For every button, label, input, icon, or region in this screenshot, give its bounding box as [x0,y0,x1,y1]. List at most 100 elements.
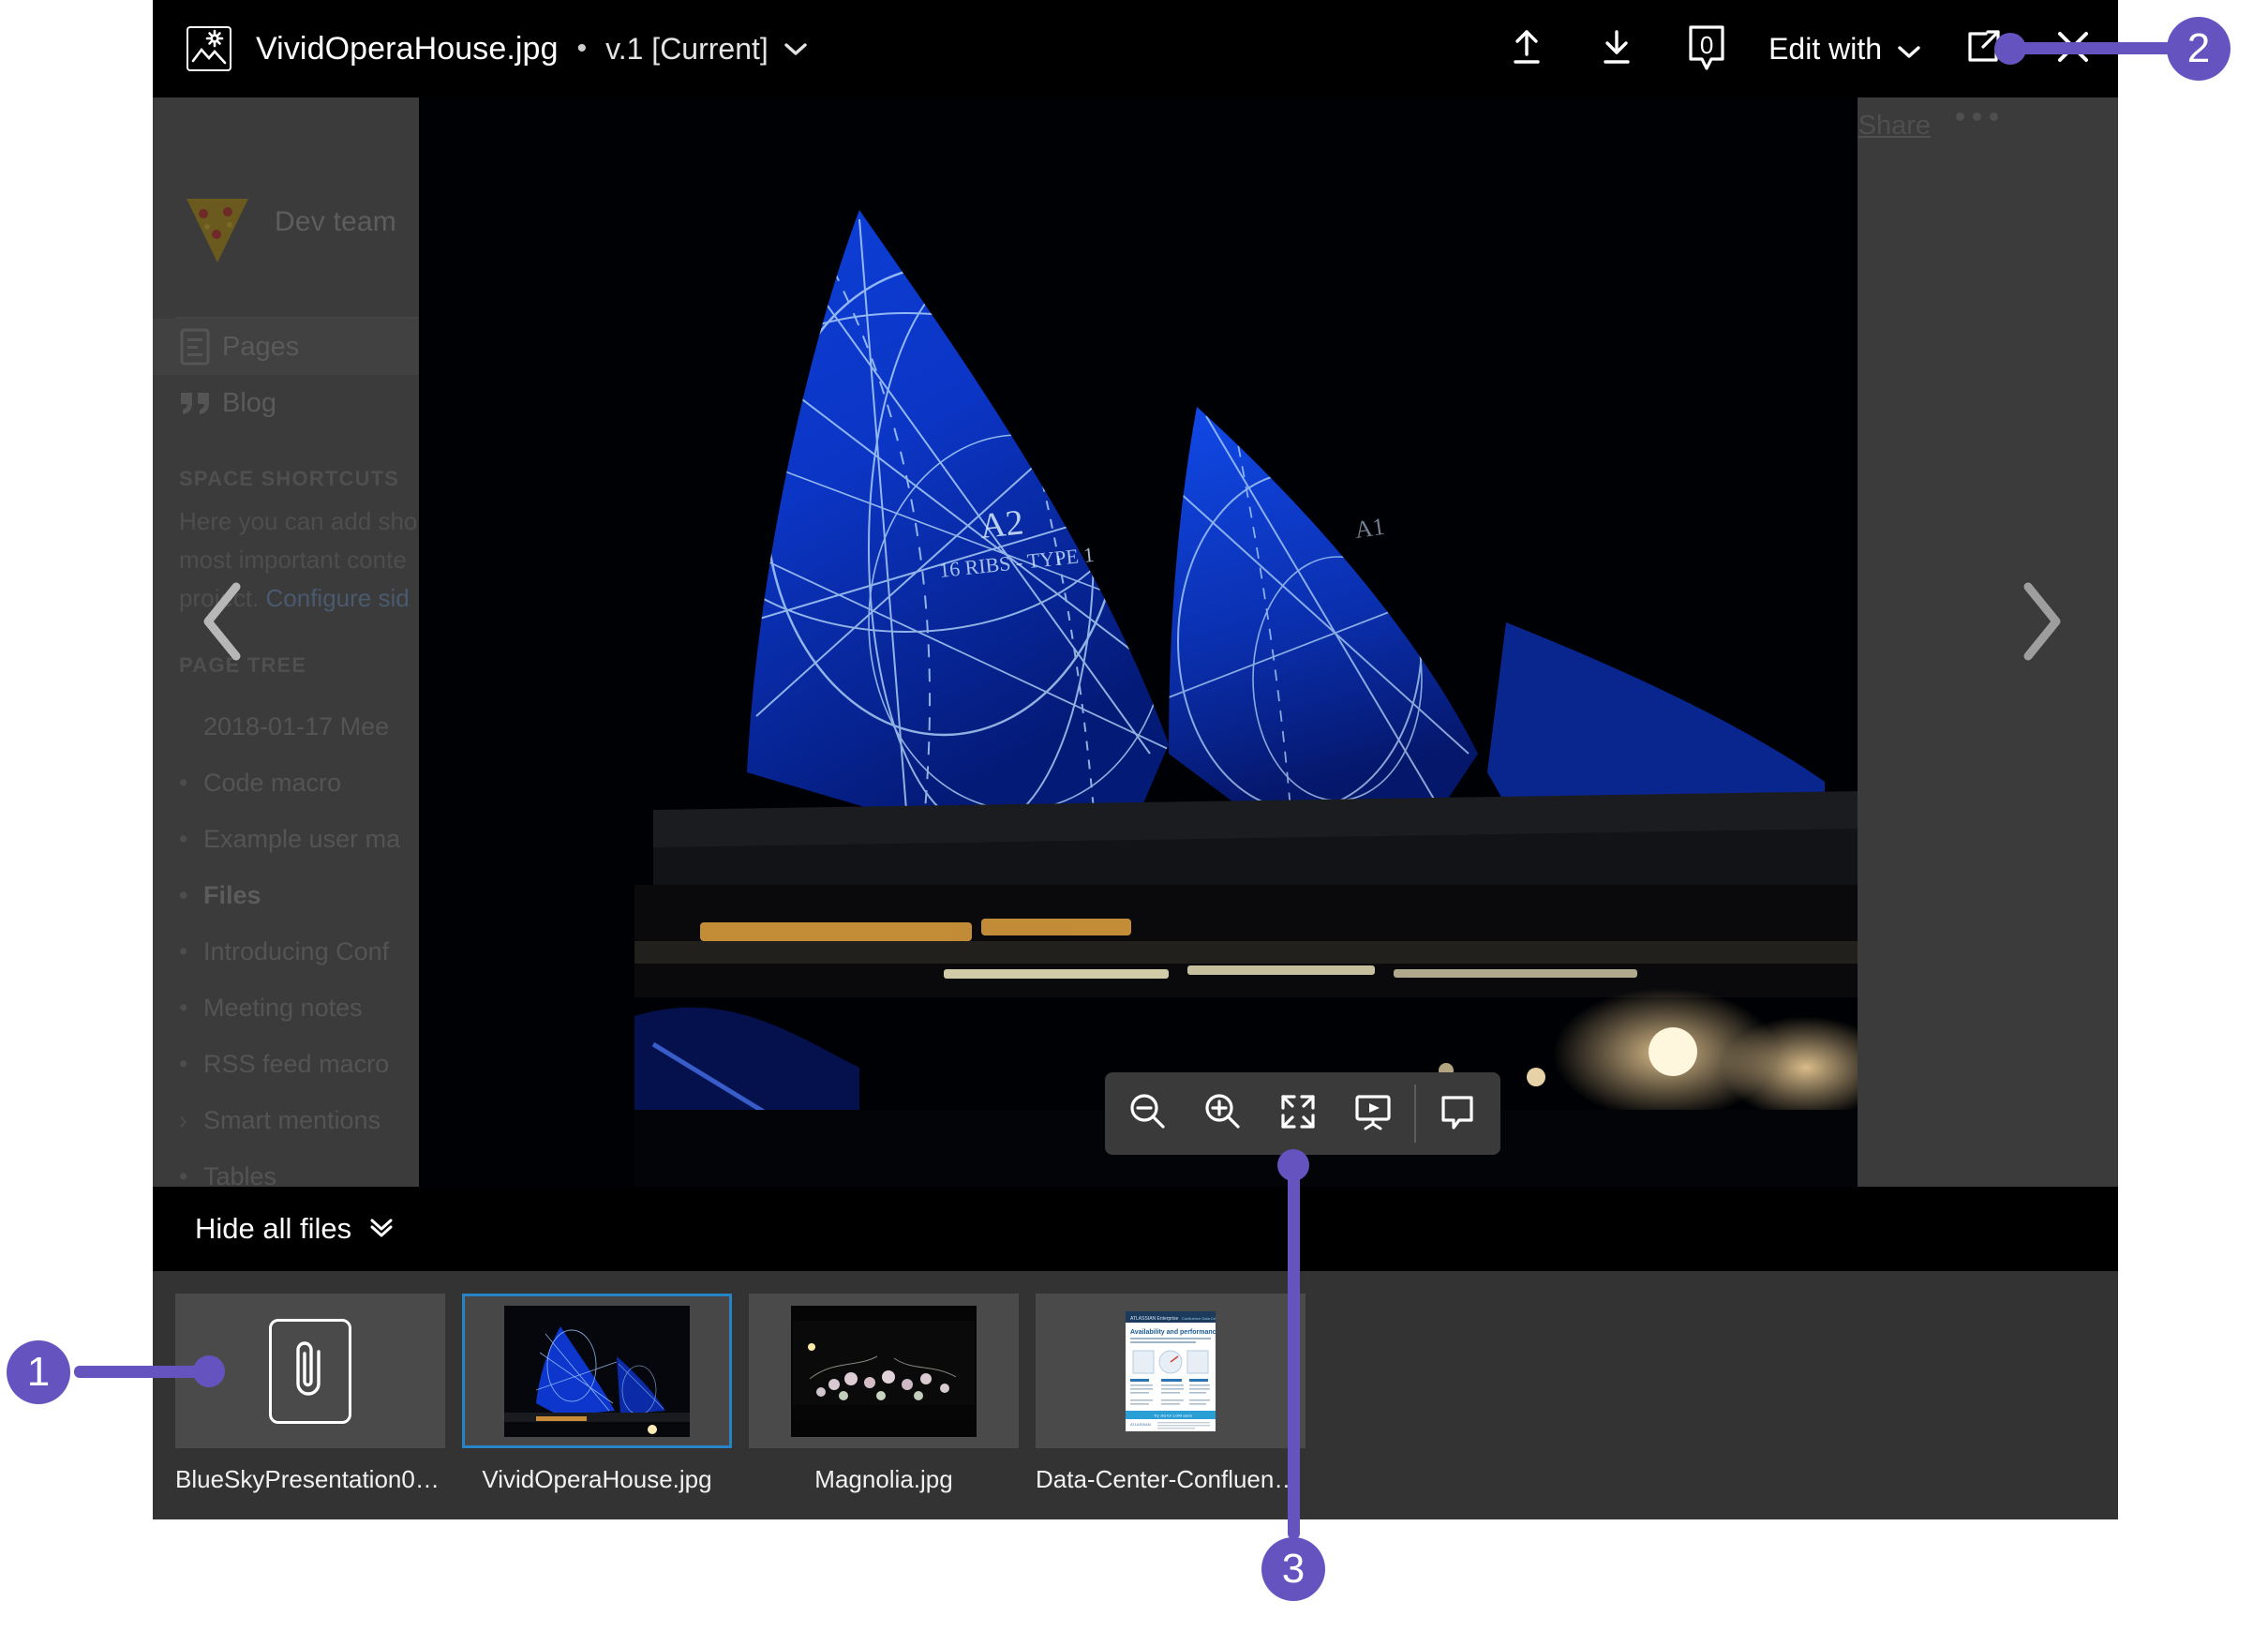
space-header[interactable]: Dev team [181,184,425,274]
presentation-icon [1351,1090,1395,1138]
chevron-down-icon [1897,32,1921,67]
page-tree-label: 2018-01-17 Mee [203,712,389,741]
hide-all-files-label: Hide all files [195,1212,351,1246]
add-comment-button[interactable] [1420,1072,1495,1155]
filmstrip-item-datacenter[interactable]: ATLASSIAN Enterprise Confluence Data Cen… [1036,1294,1306,1494]
callout-2-badge: 2 [2167,17,2231,81]
svg-text:Try Jira for 1,000 users: Try Jira for 1,000 users [1154,1413,1192,1417]
callout-3-badge: 3 [1261,1537,1325,1601]
edit-with-button[interactable]: Edit with [1752,0,1938,97]
callout-3-number: 3 [1282,1546,1305,1593]
file-filmstrip: BlueSkyPresentation0DT… [153,1271,2118,1519]
filmstrip-label: VividOperaHouse.jpg [462,1465,732,1494]
version-chevron-down-icon[interactable] [783,41,808,56]
page-tree-label: Smart mentions [203,1106,380,1135]
sidebar-nav: Pages Blog SPACE SHORTCUTS Here you can … [153,319,422,1261]
tree-bullet: • [179,937,203,966]
chevron-left-icon [199,581,247,666]
filmstrip-thumbnail [749,1294,1019,1448]
pages-icon [179,328,222,366]
callout-2-line [2008,42,2186,54]
page-tree-item[interactable]: › Smart mentions [153,1092,422,1148]
sidebar-item-label: Blog [222,388,276,419]
sidebar-item-label: Pages [222,332,299,363]
chevron-right-icon [2017,581,2066,666]
sidebar-item-pages[interactable]: Pages [153,319,422,375]
comments-button[interactable]: 0 [1662,0,1752,97]
page-tree-item[interactable]: • Example user ma [153,811,422,867]
filmstrip-thumbnail [462,1294,732,1448]
sidebar-item-blog[interactable]: Blog [153,375,422,431]
share-label: Share [1858,111,1931,142]
next-file-button[interactable] [1999,562,2083,684]
comment-count-badge: 0 [1681,22,1732,76]
more-actions-icon[interactable] [1956,112,1998,121]
download-icon [1598,26,1635,72]
zoom-in-button[interactable] [1186,1072,1261,1155]
page-tree-label: RSS feed macro [203,1050,389,1079]
configure-sidebar-link[interactable]: Configure sid [266,584,410,612]
filmstrip-thumbnail: ATLASSIAN Enterprise Confluence Data Cen… [1036,1294,1306,1448]
preview-header: VividOperaHouse.jpg • v.1 [Current] [153,0,2118,97]
filmstrip-item-vividoperahouse[interactable]: VividOperaHouse.jpg [462,1294,732,1494]
image-file-icon [187,26,231,71]
page-tree-item[interactable]: • RSS feed macro [153,1036,422,1092]
page-tree-item[interactable]: 2018-01-17 Mee [153,698,422,755]
page-tree-item-files[interactable]: • Files [153,867,422,923]
filmstrip-label: BlueSkyPresentation0DT… [175,1465,445,1494]
callout-1-number: 1 [27,1349,50,1396]
share-icon [1814,106,1846,145]
screenshot-root: Dev team Pages [0,0,2268,1631]
filmstrip-item-magnolia[interactable]: Magnolia.jpg [749,1294,1019,1494]
space-shortcuts-text-1: Here you can add sho [153,502,422,541]
zoom-out-icon [1127,1091,1169,1137]
image-toolbar [1105,1072,1500,1155]
page-tree-label: Introducing Conf [203,937,389,966]
tree-bullet: • [179,994,203,1023]
callout-1-line [74,1366,210,1378]
presentation-button[interactable] [1335,1072,1410,1155]
page-tree-item[interactable]: • Code macro [153,755,422,811]
zoom-out-button[interactable] [1111,1072,1186,1155]
callout-1-badge: 1 [7,1340,70,1404]
space-name: Dev team [275,206,396,238]
chevron-double-down-icon [368,1212,395,1246]
attachment-paperclip-icon [269,1319,351,1424]
space-shortcuts-title: SPACE SHORTCUTS [153,467,422,491]
edit-with-label: Edit with [1768,32,1882,67]
page-tree-label: Example user ma [203,825,400,854]
page-tree-item[interactable]: • Meeting notes [153,980,422,1036]
svg-text:ATLASSIAN: ATLASSIAN [1130,1422,1151,1427]
tree-bullet: • [179,881,203,910]
callout-3-line [1288,1160,1300,1539]
comment-count: 0 [1681,22,1732,76]
tree-bullet: • [179,1050,203,1079]
previous-file-button[interactable] [181,562,265,684]
tree-bullet: • [179,769,203,798]
title-separator: • [577,33,588,65]
page-tree-label: Meeting notes [203,994,363,1023]
page-tree-label: Code macro [203,769,341,798]
toolbar-divider [1414,1085,1416,1143]
hide-all-files-button[interactable]: Hide all files [195,1212,395,1246]
fit-to-screen-button[interactable] [1261,1072,1335,1155]
fit-to-screen-icon [1277,1091,1319,1137]
svg-text:Confluence Data Center: Confluence Data Center [1182,1316,1216,1321]
background-share-button[interactable]: Share [1814,106,1931,145]
svg-text:ATLASSIAN Enterprise: ATLASSIAN Enterprise [1130,1316,1179,1322]
files-toggle-bar: Hide all files [153,1187,2118,1271]
version-label: v.1 [Current] [605,32,768,67]
callout-3-dot [1277,1149,1309,1181]
pizza-slice-icon [181,193,254,266]
filmstrip-item-bluesky[interactable]: BlueSkyPresentation0DT… [175,1294,445,1494]
page-tree-label: Files [203,881,261,910]
download-button[interactable] [1572,0,1662,97]
page-tree-item[interactable]: • Introducing Conf [153,923,422,980]
tree-expand-chevron-icon[interactable]: › [179,1106,203,1135]
upload-button[interactable] [1482,0,1572,97]
filmstrip-row: BlueSkyPresentation0DT… [175,1294,1306,1494]
filmstrip-label: Magnolia.jpg [749,1465,1019,1494]
filmstrip-label: Data-Center-Confluence… [1036,1465,1306,1494]
callout-2-number: 2 [2187,25,2210,72]
callout-2-dot [1994,33,2026,65]
